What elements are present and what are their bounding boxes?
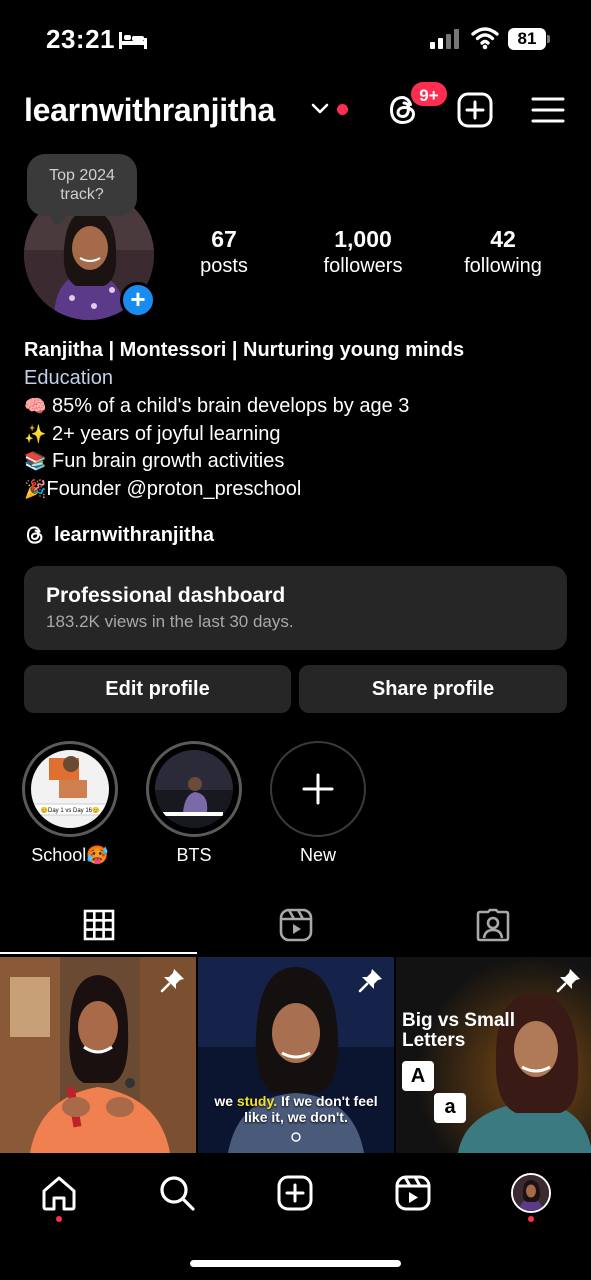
display-name: Ranjitha | Montessori | Nurturing young … [24,339,465,361]
reels-icon[interactable] [393,1173,433,1213]
post-thumbnail[interactable] [0,957,196,1153]
followers-count[interactable]: 1,000 followers [313,226,413,278]
svg-text:😊Day 1 vs Day 16😊: 😊Day 1 vs Day 16😊 [41,806,100,814]
tab-posts[interactable] [0,895,197,955]
notification-badge: 9+ [409,80,449,108]
pin-icon [160,969,184,993]
account-switcher[interactable]: learnwithranjitha [24,92,275,129]
tab-reels[interactable] [197,895,394,955]
highlight-bts[interactable]: BTS [146,741,242,866]
dashboard-title: Professional dashboard [46,584,286,607]
plus-icon [302,773,334,805]
post-tile: A [402,1061,434,1091]
pin-icon [556,969,580,993]
share-profile-button[interactable]: Share profile [299,665,567,713]
new-highlight-button[interactable]: New [270,741,366,866]
profile-header: learnwithranjitha 9+ [0,80,591,136]
active-tab-indicator [0,952,197,954]
note-bubble[interactable]: Top 2024 track? [27,154,137,224]
create-post-icon[interactable] [275,1173,315,1213]
post-thumbnail[interactable]: we study. If we don't feel like it, we d… [198,957,394,1153]
wifi-icon [471,27,499,50]
bio-line[interactable]: 🎉Founder @proton_preschool [24,476,574,504]
post-title: Big vs Small Letters [402,1010,515,1051]
profile-content-tabs [0,895,591,955]
dashboard-subtitle: 183.2K views in the last 30 days. [46,612,294,631]
profile-bio: Ranjitha | Montessori | Nurturing young … [24,337,574,503]
following-count[interactable]: 42 following [453,226,553,278]
highlight-school[interactable]: 😊Day 1 vs Day 16😊 School🥵 [22,741,118,866]
highlight-cover [155,750,233,828]
profile-tab-avatar[interactable] [511,1173,551,1213]
home-icon[interactable] [39,1173,79,1213]
edit-profile-button[interactable]: Edit profile [24,665,291,713]
highlight-cover: 😊Day 1 vs Day 16😊 [31,750,109,828]
tab-tagged[interactable] [394,895,591,955]
bio-line: 🧠 85% of a child's brain develops by age … [24,395,410,417]
pin-icon [358,969,382,993]
home-unread-dot [56,1216,62,1222]
profile-unread-dot [528,1216,534,1222]
sleep-focus-icon [119,32,147,49]
search-icon[interactable] [157,1173,197,1213]
status-bar: 23:21 81 [0,0,591,80]
highlight-label: New [299,845,336,865]
create-icon[interactable] [457,92,493,128]
status-time: 23:21 [46,24,115,54]
add-story-button[interactable]: + [120,282,156,318]
category-label: Education [24,367,113,389]
posts-grid: we study. If we don't feel like it, we d… [0,957,591,1153]
threads-icon [26,526,43,544]
reels-icon [279,908,312,942]
tagged-icon [476,908,509,942]
highlight-label: School🥵 [31,845,109,865]
hamburger-menu-icon[interactable] [531,96,565,124]
battery-indicator: 81 [508,28,550,50]
bio-line: 📚 Fun brain growth activities [24,450,285,472]
threads-handle: learnwithranjitha [54,523,215,546]
professional-dashboard[interactable]: Professional dashboard 183.2K views in t… [24,566,567,650]
post-tile: a [434,1093,466,1123]
home-indicator[interactable] [190,1260,401,1267]
cellular-signal-icon [430,29,459,49]
unread-dot [337,104,348,115]
chevron-down-icon[interactable] [311,102,329,116]
highlight-label: BTS [176,845,212,865]
battery-level: 81 [508,28,546,50]
posts-count[interactable]: 67 posts [191,226,257,278]
post-caption: we study. If we don't feel like it, we d… [214,1093,378,1125]
threads-profile-link[interactable]: learnwithranjitha [24,522,214,548]
bio-line: ✨ 2+ years of joyful learning [24,422,281,445]
grid-icon [83,909,114,941]
post-thumbnail[interactable]: Big vs Small Letters A a [396,957,591,1153]
